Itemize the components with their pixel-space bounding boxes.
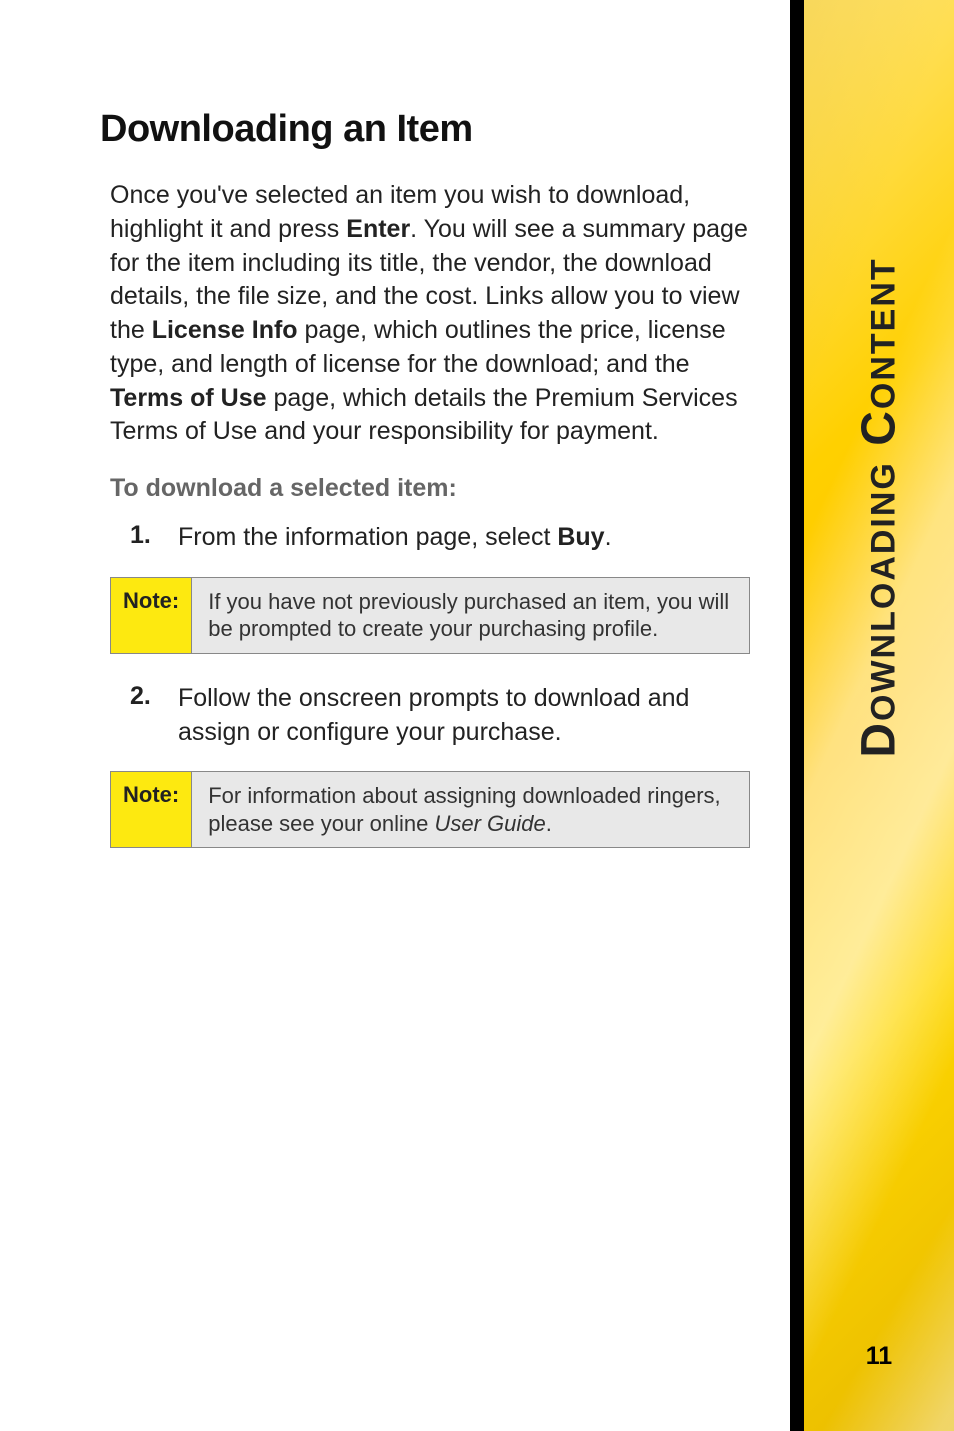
step-1-text-2: . [605, 523, 612, 551]
note-2-italic: User Guide [434, 811, 545, 836]
subheading: To download a selected item: [100, 474, 760, 503]
intro-bold-license: License Info [152, 316, 298, 344]
page-number: 11 [804, 1342, 954, 1371]
note-1-text: If you have not previously purchased an … [192, 578, 749, 653]
note-box-2: Note: For information about assigning do… [110, 771, 750, 848]
content-area: Downloading an Item Once you've selected… [0, 0, 790, 1431]
step-2: 2. Follow the onscreen prompts to downlo… [100, 682, 760, 750]
vertical-divider [790, 0, 804, 1431]
step-2-text: Follow the onscreen prompts to download … [178, 682, 760, 750]
step-1-text: From the information page, select Buy. [178, 521, 612, 555]
note-2-text: For information about assigning download… [192, 772, 749, 847]
step-1: 1. From the information page, select Buy… [100, 521, 760, 555]
page-container: Downloading an Item Once you've selected… [0, 0, 954, 1431]
step-1-text-1: From the information page, select [178, 523, 557, 551]
note-1-label: Note: [111, 578, 192, 653]
intro-paragraph: Once you've selected an item you wish to… [100, 179, 760, 449]
intro-bold-terms: Terms of Use [110, 384, 267, 412]
section-tab-label: Downloading Content [852, 257, 907, 757]
step-1-number: 1. [130, 521, 178, 555]
page-heading: Downloading an Item [100, 108, 760, 151]
intro-bold-enter: Enter [346, 215, 410, 243]
step-2-number: 2. [130, 682, 178, 750]
note-2-text-2: . [546, 811, 552, 836]
note-2-label: Note: [111, 772, 192, 847]
step-1-bold: Buy [557, 523, 604, 551]
note-box-1: Note: If you have not previously purchas… [110, 577, 750, 654]
section-tab: Downloading Content 11 [804, 0, 954, 1431]
